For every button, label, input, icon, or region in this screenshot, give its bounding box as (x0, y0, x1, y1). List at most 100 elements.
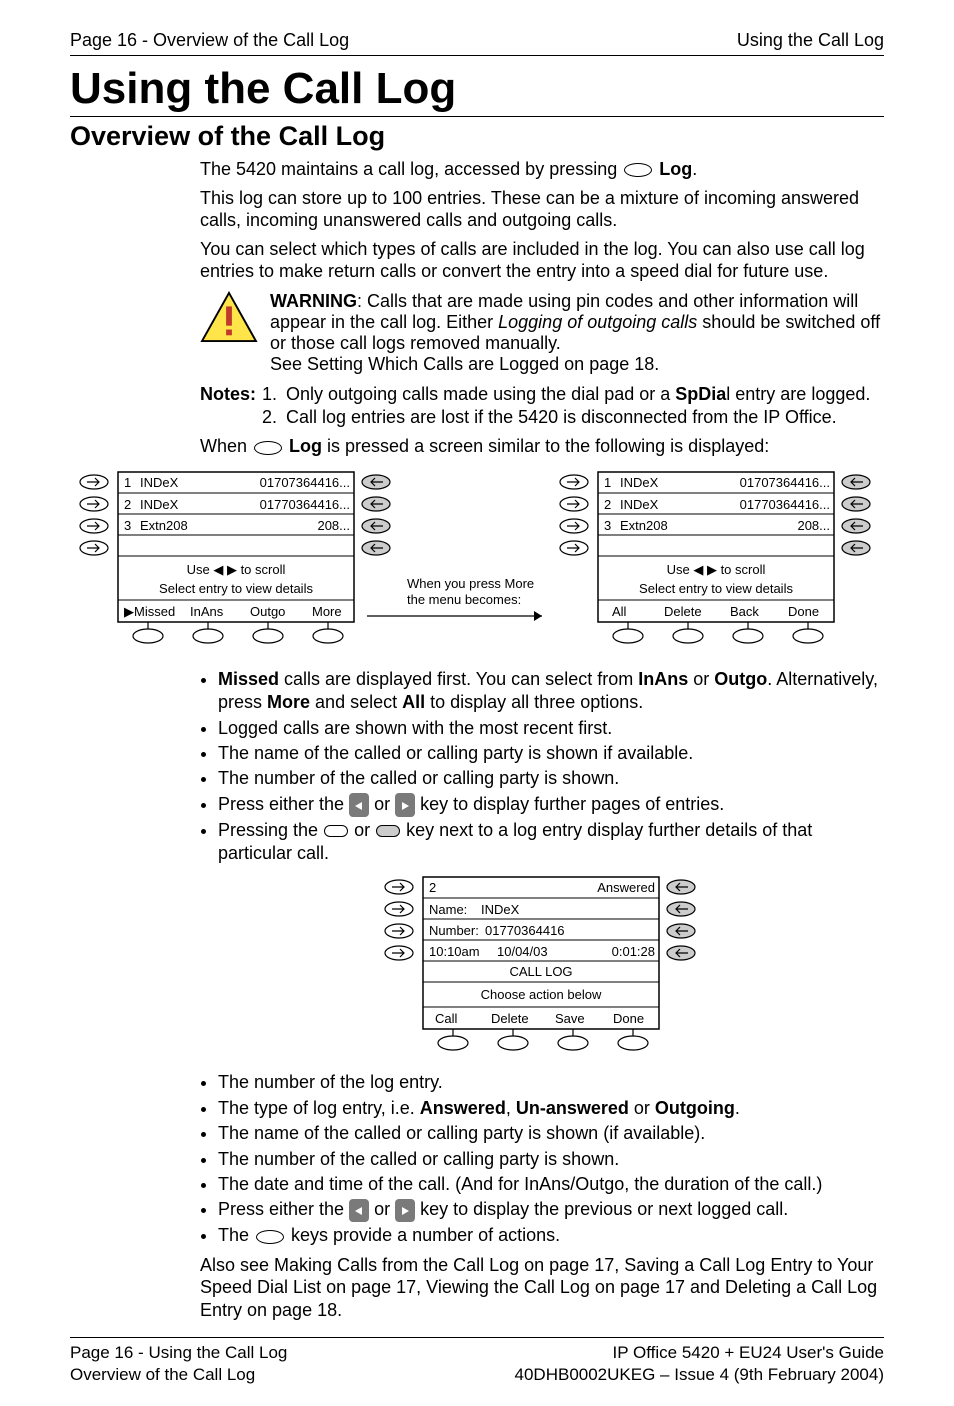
list-item: The date and time of the call. (And for … (218, 1173, 884, 1196)
svg-text:Delete: Delete (491, 1011, 529, 1026)
list-item: The type of log entry, i.e. Answered, Un… (218, 1097, 884, 1120)
svg-text:INDeX: INDeX (140, 475, 179, 490)
right-arrow-key-icon (395, 793, 415, 816)
svg-text:1: 1 (604, 475, 611, 490)
svg-text:the menu becomes:: the menu becomes: (407, 592, 521, 607)
svg-text:Extn208: Extn208 (140, 518, 188, 533)
text: or (688, 669, 714, 689)
svg-text:When you press More: When you press More (407, 576, 534, 591)
svg-text:208...: 208... (797, 518, 830, 533)
svg-text:Call: Call (435, 1011, 458, 1026)
svg-text:InAns: InAns (190, 604, 224, 619)
svg-text:01707364416...: 01707364416... (740, 475, 830, 490)
svg-text:01770364416...: 01770364416... (260, 497, 350, 512)
header-right: Using the Call Log (737, 30, 884, 51)
list-item: The keys provide a number of actions. (218, 1224, 884, 1247)
svg-text:0:01:28: 0:01:28 (612, 944, 655, 959)
text-bold: Outgo (714, 669, 767, 689)
text: to display all three options. (425, 692, 643, 712)
text: key to display the previous or next logg… (415, 1199, 788, 1219)
svg-text:01770364416...: 01770364416... (740, 497, 830, 512)
note-item: Only outgoing calls made using the dial … (282, 383, 870, 406)
svg-text:Select entry to view details: Select entry to view details (639, 581, 793, 596)
text: Only outgoing calls made using the dial … (286, 384, 675, 404)
text: or (369, 1199, 395, 1219)
note-item: Call log entries are lost if the 5420 is… (282, 406, 870, 429)
text: or (349, 820, 375, 840)
bullet-list: Missed calls are displayed first. You ca… (200, 668, 884, 866)
svg-text:More: More (312, 604, 342, 619)
text: , (506, 1098, 516, 1118)
warning-triangle-icon (200, 291, 258, 343)
section-title: Overview of the Call Log (70, 121, 884, 152)
footer-right-2: 40DHB0002UKEG – Issue 4 (9th February 20… (515, 1364, 884, 1386)
svg-text:Save: Save (555, 1011, 585, 1026)
text: is pressed a screen similar to the follo… (322, 436, 769, 456)
list-item: Pressing the or key next to a log entry … (218, 819, 884, 866)
list-item: Logged calls are shown with the most rec… (218, 717, 884, 740)
svg-text:Use ◀ ▶ to scroll: Use ◀ ▶ to scroll (667, 562, 766, 577)
notes-label: Notes: (200, 383, 256, 430)
list-item: The number of the called or calling part… (218, 1148, 884, 1171)
text-bold: Log (654, 159, 692, 179)
svg-text:01707364416...: 01707364416... (260, 475, 350, 490)
svg-text:Outgo: Outgo (250, 604, 285, 619)
svg-text:Select entry to view details: Select entry to view details (159, 581, 313, 596)
svg-text:Back: Back (730, 604, 759, 619)
svg-text:CALL LOG: CALL LOG (509, 964, 572, 979)
svg-text:Choose action below: Choose action below (481, 987, 602, 1002)
text: The 5420 maintains a call log, accessed … (200, 159, 622, 179)
list-item: The name of the called or calling party … (218, 1122, 884, 1145)
warning-block: WARNING: Calls that are made using pin c… (200, 291, 884, 375)
text: calls are displayed first. You can selec… (279, 669, 638, 689)
text: and select (310, 692, 402, 712)
svg-text:2: 2 (604, 497, 611, 512)
list-item: Missed calls are displayed first. You ca… (218, 668, 884, 715)
list-item: The number of the log entry. (218, 1071, 884, 1094)
svg-text:208...: 208... (317, 518, 350, 533)
list-item: Press either the or key to display furth… (218, 793, 884, 817)
bullet-list: The number of the log entry. The type of… (200, 1071, 884, 1247)
list-item: The name of the called or calling party … (218, 742, 884, 765)
warning-text: WARNING: Calls that are made using pin c… (270, 291, 884, 354)
text-bold: All (402, 692, 425, 712)
svg-text:Done: Done (788, 604, 819, 619)
svg-text:01770364416: 01770364416 (485, 923, 565, 938)
svg-text:2: 2 (429, 880, 436, 895)
text-bold: Outgoing (655, 1098, 735, 1118)
text: l entry are logged. (726, 384, 870, 404)
text-bold: Un-answered (516, 1098, 629, 1118)
text: key to display further pages of entries. (415, 794, 724, 814)
svg-text:Number:: Number: (429, 923, 479, 938)
text-bold: Log (284, 436, 322, 456)
text-bold: Answered (420, 1098, 506, 1118)
footer-left-2: Overview of the Call Log (70, 1364, 287, 1386)
text: . (692, 159, 697, 179)
log-key-icon (254, 441, 282, 455)
call-log-detail-figure: 2 Answered Name: INDeX Number: 017703644… (200, 873, 884, 1063)
svg-text:Use ◀ ▶ to scroll: Use ◀ ▶ to scroll (187, 562, 286, 577)
text: The (218, 1225, 254, 1245)
list-item: Press either the or key to display the p… (218, 1198, 884, 1222)
list-item: The number of the called or calling part… (218, 767, 884, 790)
header-left: Page 16 - Overview of the Call Log (70, 30, 349, 51)
text: or (629, 1098, 655, 1118)
text-bold: WARNING (270, 291, 357, 311)
svg-text:10/04/03: 10/04/03 (497, 944, 548, 959)
right-oval-key-icon (324, 825, 348, 837)
log-key-icon (624, 163, 652, 177)
svg-text:3: 3 (604, 518, 611, 533)
call-log-list-figure: 1 INDeX 01707364416... 2 INDeX 017703644… (70, 468, 884, 658)
svg-text:▶Missed: ▶Missed (124, 604, 175, 619)
paragraph: When Log is pressed a screen similar to … (200, 435, 884, 458)
footer-left-1: Page 16 - Using the Call Log (70, 1342, 287, 1364)
svg-text:Answered: Answered (597, 880, 655, 895)
svg-text:All: All (612, 604, 627, 619)
paragraph: This log can store up to 100 entries. Th… (200, 187, 884, 232)
text: . (735, 1098, 740, 1118)
svg-text:10:10am: 10:10am (429, 944, 480, 959)
svg-text:Delete: Delete (664, 604, 702, 619)
warning-text: See Setting Which Calls are Logged on pa… (270, 354, 884, 375)
svg-text:Done: Done (613, 1011, 644, 1026)
svg-text:1: 1 (124, 475, 131, 490)
